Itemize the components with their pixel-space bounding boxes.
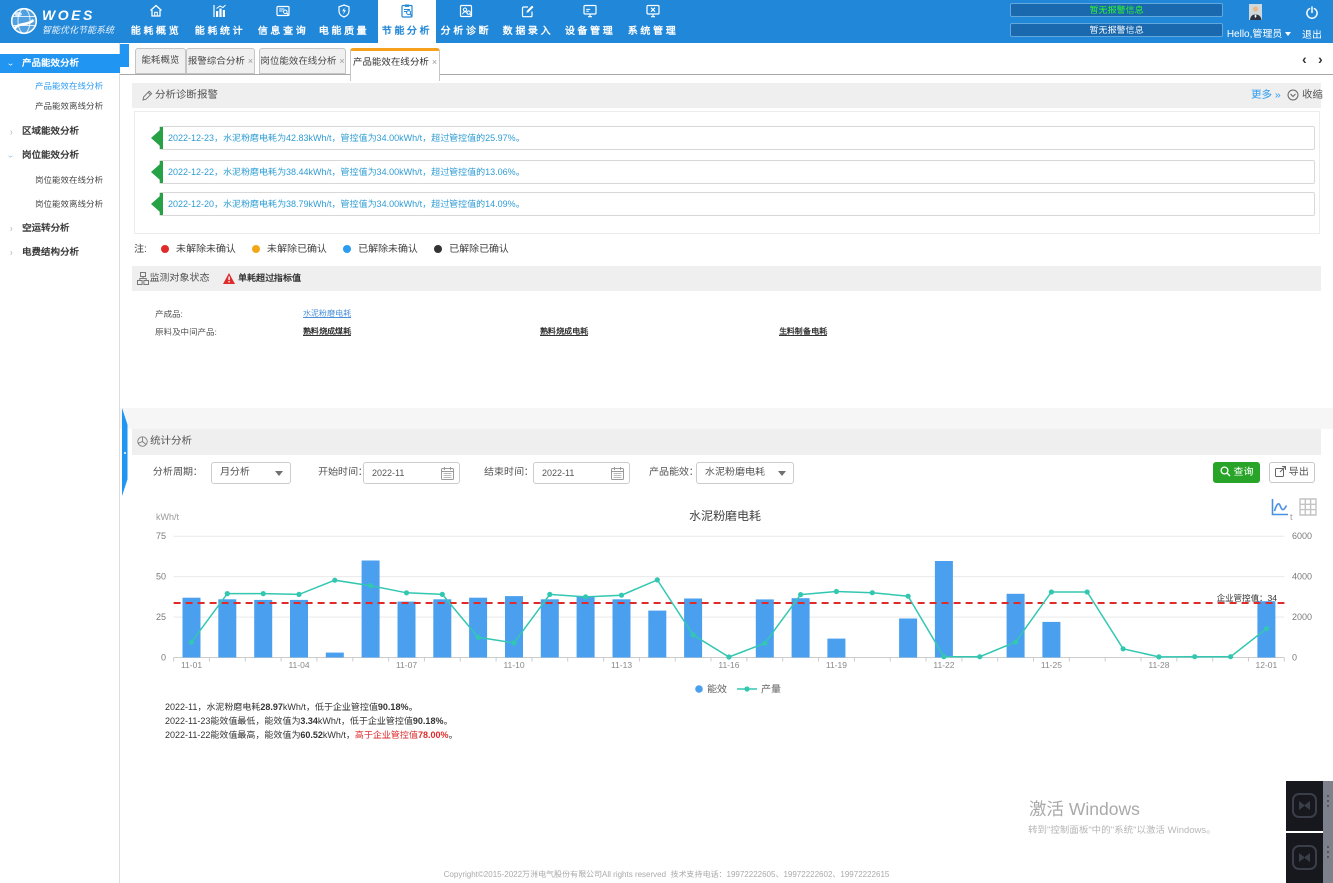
svg-text:12-01: 12-01 [1256,660,1278,670]
svg-text:11-13: 11-13 [611,660,632,670]
svg-text:11-01: 11-01 [181,660,202,670]
svg-text:25: 25 [156,612,166,622]
svg-text:产量: 产量 [761,684,781,696]
svg-text:0: 0 [161,653,166,663]
svg-text:企业管控值：34: 企业管控值：34 [1217,593,1278,603]
svg-text:11-10: 11-10 [503,660,524,670]
svg-text:11-28: 11-28 [1148,660,1169,670]
svg-text:75: 75 [156,531,166,541]
svg-text:4000: 4000 [1292,572,1312,582]
svg-text:50: 50 [156,572,166,582]
svg-text:6000: 6000 [1292,531,1312,541]
svg-text:11-25: 11-25 [1041,660,1062,670]
svg-text:11-07: 11-07 [396,660,417,670]
svg-text:2000: 2000 [1292,612,1312,622]
svg-text:11-16: 11-16 [718,660,739,670]
svg-text:11-04: 11-04 [288,660,309,670]
svg-text:11-19: 11-19 [826,660,847,670]
svg-text:11-22: 11-22 [933,660,954,670]
svg-text:0: 0 [1292,653,1297,663]
svg-text:能效: 能效 [707,684,727,696]
